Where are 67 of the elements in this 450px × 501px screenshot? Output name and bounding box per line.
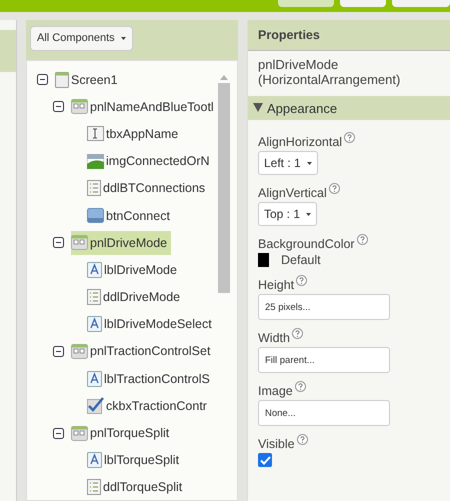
layout-icon (71, 426, 88, 441)
tree-item[interactable]: btnConnect (87, 204, 174, 228)
letter-icon (87, 452, 102, 468)
tree-item[interactable]: pnlTractionControlSet (71, 339, 214, 364)
collapse-icon[interactable] (53, 101, 64, 112)
text-field[interactable]: Fill parent... (258, 347, 390, 373)
tree-item[interactable]: ddlDriveMode (87, 285, 184, 310)
property-label: Image (258, 384, 293, 398)
property-label: Visible (258, 437, 295, 451)
help-icon[interactable] (292, 328, 303, 339)
button-icon (87, 208, 104, 224)
letter-icon (87, 262, 102, 278)
help-icon[interactable] (296, 434, 308, 445)
color-swatch[interactable] (258, 253, 269, 267)
checkbox-icon (87, 397, 104, 414)
component-name: pnlDriveMode (HorizontalArrangement) (257, 56, 402, 89)
tree-item[interactable]: pnlNameAndBlueTootl (71, 94, 218, 119)
image-icon (87, 154, 104, 169)
help-icon[interactable] (296, 275, 308, 286)
filter-dropdown[interactable]: All Components (30, 26, 133, 50)
caret-icon (306, 162, 312, 164)
tree-item[interactable]: imgConnectedOrN (87, 149, 214, 174)
property-label: AlignHorizontal (258, 135, 342, 149)
list-icon (87, 289, 101, 306)
checkbox[interactable] (258, 453, 272, 467)
property-label: BackgroundColor (258, 237, 355, 251)
tree-item[interactable]: lblTractionControlS (87, 366, 214, 391)
collapse-icon[interactable] (53, 237, 64, 248)
text-field[interactable]: 25 pixels... (258, 294, 390, 320)
help-icon[interactable] (356, 234, 368, 245)
collapse-icon[interactable] (53, 346, 64, 357)
tree-item[interactable]: pnlDriveMode (71, 230, 172, 255)
tree-item[interactable]: lblDriveMode (87, 258, 181, 282)
dropdown[interactable]: Top : 1 (258, 202, 318, 226)
list-icon (87, 479, 101, 496)
color-value: Default (281, 253, 321, 267)
panel-title: Properties (248, 20, 450, 51)
tree-item[interactable]: Screen1 (55, 68, 122, 92)
layout-icon (71, 99, 88, 114)
layout-icon (71, 344, 88, 359)
help-icon[interactable] (344, 132, 356, 143)
property-label: AlignVertical (258, 186, 327, 200)
property-label: Width (258, 331, 290, 345)
help-icon[interactable] (294, 381, 306, 392)
screen-icon (55, 72, 69, 88)
section-header[interactable]: Appearance (248, 96, 450, 120)
layout-icon (71, 235, 88, 250)
tree-item[interactable]: ddlBTConnections (87, 176, 210, 200)
collapse-icon[interactable] (37, 74, 48, 86)
text-field[interactable]: None... (258, 400, 390, 426)
tree-item[interactable]: tbxAppName (87, 122, 182, 146)
help-icon[interactable] (328, 183, 340, 194)
text-box-icon (87, 126, 104, 142)
tree-item[interactable]: ckbxTractionContr (87, 394, 211, 418)
tree-item[interactable]: pnlTorqueSplit (71, 421, 174, 446)
tree-item[interactable]: lblTorqueSplit (87, 448, 184, 472)
section-title: Appearance (267, 100, 338, 116)
caret-icon (120, 36, 126, 40)
property-label: Height (258, 278, 294, 292)
caret-icon (306, 212, 312, 216)
letter-icon (87, 316, 102, 332)
collapse-icon[interactable] (53, 428, 64, 439)
dropdown[interactable]: Left : 1 (258, 151, 318, 175)
tree-item[interactable]: ddlTorqueSplit (87, 475, 186, 500)
letter-icon (87, 370, 102, 387)
list-icon (87, 180, 101, 196)
tree-item[interactable]: lblDriveModeSelect (87, 312, 216, 336)
